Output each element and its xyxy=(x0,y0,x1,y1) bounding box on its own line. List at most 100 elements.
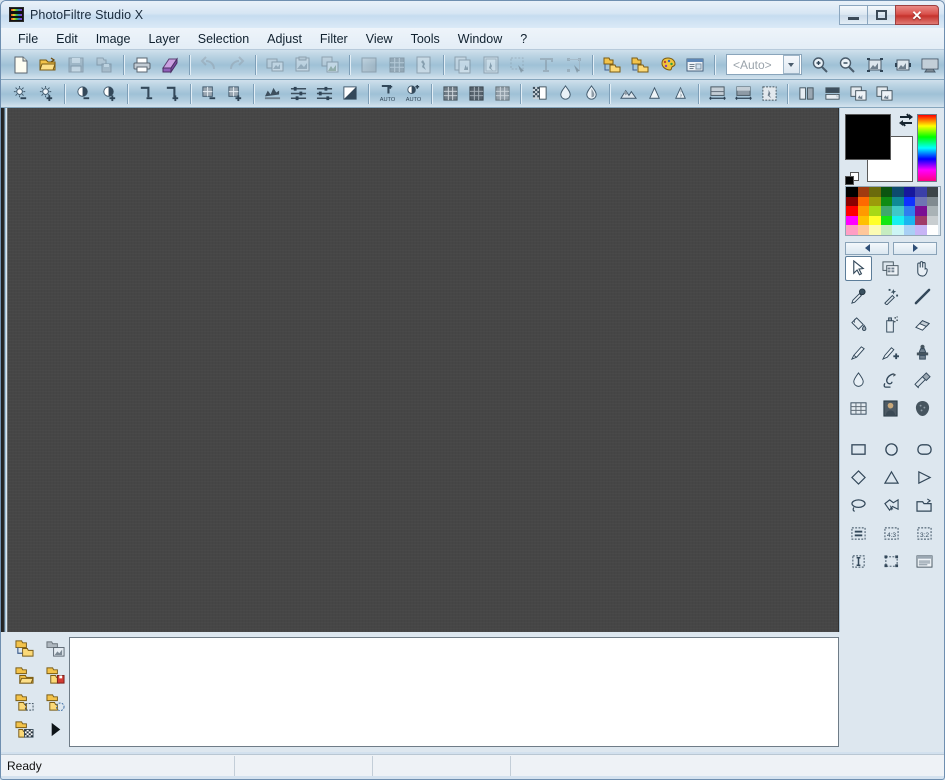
palette-swatch-5[interactable] xyxy=(904,187,916,197)
menu-adjust[interactable]: Adjust xyxy=(258,29,311,49)
sharpen-button[interactable] xyxy=(579,83,603,105)
reset-colors-icon[interactable] xyxy=(845,172,861,188)
flip-horizontal-button[interactable] xyxy=(794,83,818,105)
palette-swatch-14[interactable] xyxy=(915,197,927,207)
palette-swatch-36[interactable] xyxy=(892,225,904,235)
smudge-tool[interactable] xyxy=(877,368,904,393)
mosaic-button[interactable] xyxy=(384,53,410,77)
rotate-left-button[interactable] xyxy=(846,83,870,105)
text-button[interactable] xyxy=(533,53,559,77)
eyedropper-tool[interactable] xyxy=(845,284,872,309)
fit-screen-button[interactable] xyxy=(862,53,888,77)
triangle-selection[interactable] xyxy=(878,465,905,489)
undo-button[interactable] xyxy=(196,53,222,77)
palette-swatch-7[interactable] xyxy=(927,187,939,197)
close-button[interactable]: ✕ xyxy=(895,5,939,25)
palette-swatch-19[interactable] xyxy=(881,206,893,216)
palette-swatch-11[interactable] xyxy=(881,197,893,207)
paste-as-layer-button[interactable] xyxy=(318,53,344,77)
brightness-down-button[interactable] xyxy=(8,83,32,105)
palette-swatch-29[interactable] xyxy=(904,216,916,226)
menu-layer[interactable]: Layer xyxy=(139,29,188,49)
zoom-combobox[interactable]: <Auto> xyxy=(726,54,802,75)
collapsed-dock-strip[interactable] xyxy=(1,108,8,632)
menu-edit[interactable]: Edit xyxy=(47,29,87,49)
batch-button[interactable] xyxy=(627,53,653,77)
hand-tool[interactable] xyxy=(909,256,936,281)
palette-swatch-17[interactable] xyxy=(858,206,870,216)
rotate-right-button[interactable] xyxy=(872,83,896,105)
stripes-selection[interactable] xyxy=(845,521,872,545)
save-button[interactable] xyxy=(63,53,89,77)
paint-bucket-tool[interactable] xyxy=(845,312,872,337)
print-button[interactable] xyxy=(130,53,156,77)
color-palette-grid[interactable] xyxy=(845,186,941,236)
noise-button[interactable] xyxy=(668,83,692,105)
palette-swatch-30[interactable] xyxy=(915,216,927,226)
copy-button[interactable] xyxy=(262,53,288,77)
picture-tube-tool[interactable] xyxy=(877,396,904,421)
palette-swatch-25[interactable] xyxy=(858,216,870,226)
eraser-tool[interactable] xyxy=(909,312,936,337)
vertical-selection[interactable] xyxy=(845,549,872,573)
folder-tree-button[interactable] xyxy=(11,636,38,661)
new-button[interactable] xyxy=(8,53,34,77)
palette-swatch-2[interactable] xyxy=(869,187,881,197)
ratio-3-2-selection[interactable]: 3:2 xyxy=(911,521,938,545)
levels-button[interactable] xyxy=(286,83,310,105)
fullscreen-button[interactable] xyxy=(918,53,944,77)
file-list[interactable] xyxy=(69,637,839,747)
menu-file[interactable]: File xyxy=(9,29,47,49)
grid-tool[interactable] xyxy=(845,396,872,421)
menu-selection[interactable]: Selection xyxy=(189,29,258,49)
palette-swatch-10[interactable] xyxy=(869,197,881,207)
minimize-button[interactable] xyxy=(839,5,868,25)
sponge-tool[interactable] xyxy=(909,396,936,421)
foreground-color-swatch[interactable] xyxy=(845,114,891,160)
page-setup-button[interactable] xyxy=(157,53,183,77)
grid-medium-button[interactable] xyxy=(464,83,488,105)
histogram-button[interactable] xyxy=(260,83,284,105)
palette-swatch-3[interactable] xyxy=(881,187,893,197)
actual-size-button[interactable] xyxy=(890,53,916,77)
frame-button[interactable] xyxy=(478,53,504,77)
diamond-selection[interactable] xyxy=(845,465,872,489)
palette-prev-button[interactable] xyxy=(845,242,889,255)
palette-swatch-4[interactable] xyxy=(892,187,904,197)
palette-swatch-22[interactable] xyxy=(915,206,927,216)
folder-open-button[interactable] xyxy=(11,663,38,688)
menu-window[interactable]: Window xyxy=(449,29,511,49)
paste-button[interactable] xyxy=(290,53,316,77)
palette-swatch-18[interactable] xyxy=(869,206,881,216)
zoom-in-button[interactable] xyxy=(807,53,833,77)
folder-image-button[interactable] xyxy=(42,636,69,661)
selection-button[interactable] xyxy=(505,53,531,77)
palette-swatch-24[interactable] xyxy=(846,216,858,226)
transparency-button[interactable] xyxy=(527,83,551,105)
relief-button[interactable] xyxy=(616,83,640,105)
palette-swatch-23[interactable] xyxy=(927,206,939,216)
load-selection[interactable] xyxy=(911,493,938,517)
palette-swatch-9[interactable] xyxy=(858,197,870,207)
menu-filter[interactable]: Filter xyxy=(311,29,357,49)
soften-button[interactable] xyxy=(642,83,666,105)
contrast-up-button[interactable] xyxy=(97,83,121,105)
palette-swatch-31[interactable] xyxy=(927,216,939,226)
pointer-tool[interactable] xyxy=(845,256,872,281)
folder-select-button[interactable] xyxy=(11,690,38,715)
canvas-workspace[interactable] xyxy=(8,108,839,632)
palette-swatch-16[interactable] xyxy=(846,206,858,216)
saturation-down-button[interactable] xyxy=(197,83,221,105)
explorer-button[interactable] xyxy=(599,53,625,77)
folder-checker-button[interactable] xyxy=(11,717,38,742)
clone-stamp-tool[interactable] xyxy=(909,340,936,365)
transform-button[interactable] xyxy=(561,53,587,77)
gamma-up-button[interactable] xyxy=(160,83,184,105)
duplicate-button[interactable] xyxy=(450,53,476,77)
menu-view[interactable]: View xyxy=(357,29,402,49)
gamma-down-button[interactable] xyxy=(134,83,158,105)
rectangle-selection[interactable] xyxy=(845,437,872,461)
canvas-size-button[interactable] xyxy=(731,83,755,105)
contrast-down-button[interactable] xyxy=(71,83,95,105)
palette-swatch-38[interactable] xyxy=(915,225,927,235)
